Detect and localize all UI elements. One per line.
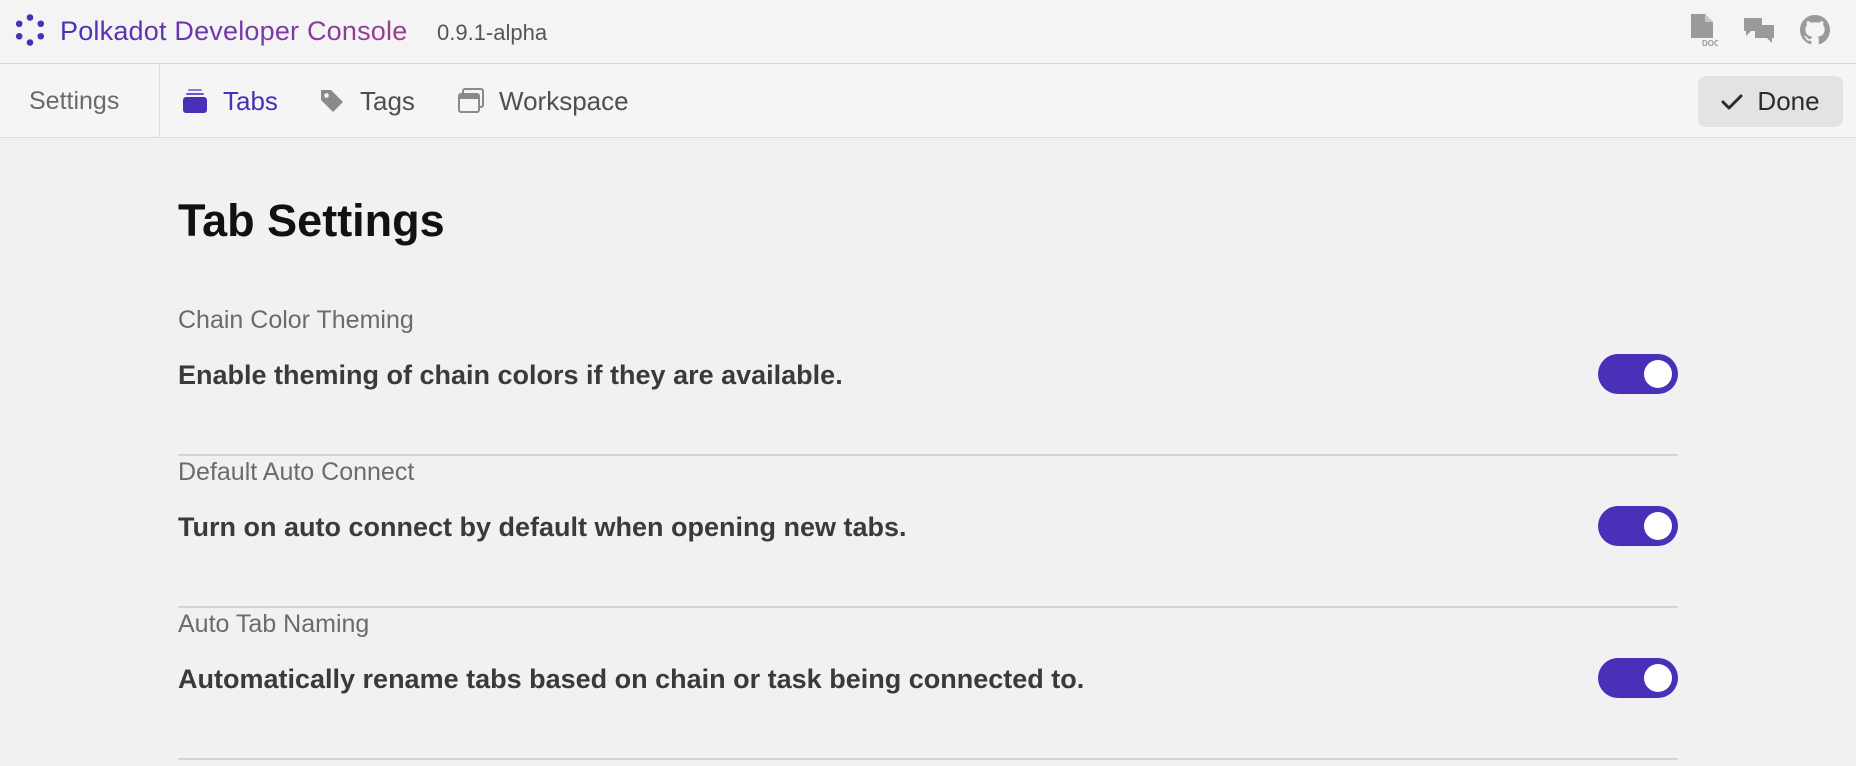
app-version: 0.9.1-alpha xyxy=(437,20,548,45)
github-icon[interactable] xyxy=(1798,13,1832,47)
settings-tabbar: Settings Tabs Tags Workspace Done xyxy=(0,64,1856,138)
done-button[interactable]: Done xyxy=(1698,76,1843,127)
chain-color-theming-toggle[interactable] xyxy=(1598,354,1678,394)
title-bar: Polkadot Developer Console 0.9.1-alpha D… xyxy=(0,0,1856,64)
setting-label: Auto Tab Naming xyxy=(178,610,370,638)
setting-description: Enable theming of chain colors if they a… xyxy=(178,360,843,390)
setting-default-auto-connect: Default Auto Connect Turn on auto connec… xyxy=(178,456,1678,608)
tab-label: Workspace xyxy=(499,85,629,116)
setting-chain-color-theming: Chain Color Theming Enable theming of ch… xyxy=(178,304,1678,456)
setting-label: Chain Color Theming xyxy=(178,306,414,334)
toggle-knob xyxy=(1644,512,1672,540)
settings-label: Settings xyxy=(29,86,120,115)
setting-description: Automatically rename tabs based on chain… xyxy=(178,664,1085,694)
auto-tab-naming-toggle[interactable] xyxy=(1598,658,1678,698)
tab-label: Tags xyxy=(360,85,415,116)
setting-description: Turn on auto connect by default when ope… xyxy=(178,512,907,542)
tab-tags[interactable]: Tags xyxy=(318,64,415,138)
chat-icon[interactable] xyxy=(1742,13,1776,47)
tag-icon xyxy=(318,87,346,115)
checkmark-icon xyxy=(1721,94,1743,109)
svg-text:DOC: DOC xyxy=(1702,39,1718,47)
settings-breadcrumb: Settings xyxy=(0,64,160,138)
toggle-knob xyxy=(1644,360,1672,388)
header-icons: DOC xyxy=(1686,13,1832,47)
tab-label: Tabs xyxy=(223,85,278,116)
setting-label: Default Auto Connect xyxy=(178,458,415,486)
default-auto-connect-toggle[interactable] xyxy=(1598,506,1678,546)
done-label: Done xyxy=(1757,86,1820,116)
tab-workspace[interactable]: Workspace xyxy=(457,64,629,138)
polkadot-logo-icon xyxy=(15,14,45,46)
workspace-icon xyxy=(457,87,485,115)
setting-auto-tab-naming: Auto Tab Naming Automatically rename tab… xyxy=(178,608,1678,760)
page-title: Tab Settings xyxy=(178,195,445,246)
app-title: Polkadot Developer Console xyxy=(60,16,408,46)
tab-tabs[interactable]: Tabs xyxy=(181,64,278,138)
toggle-knob xyxy=(1644,664,1672,692)
doc-icon[interactable]: DOC xyxy=(1686,13,1720,47)
tabs-stack-icon xyxy=(181,87,209,115)
